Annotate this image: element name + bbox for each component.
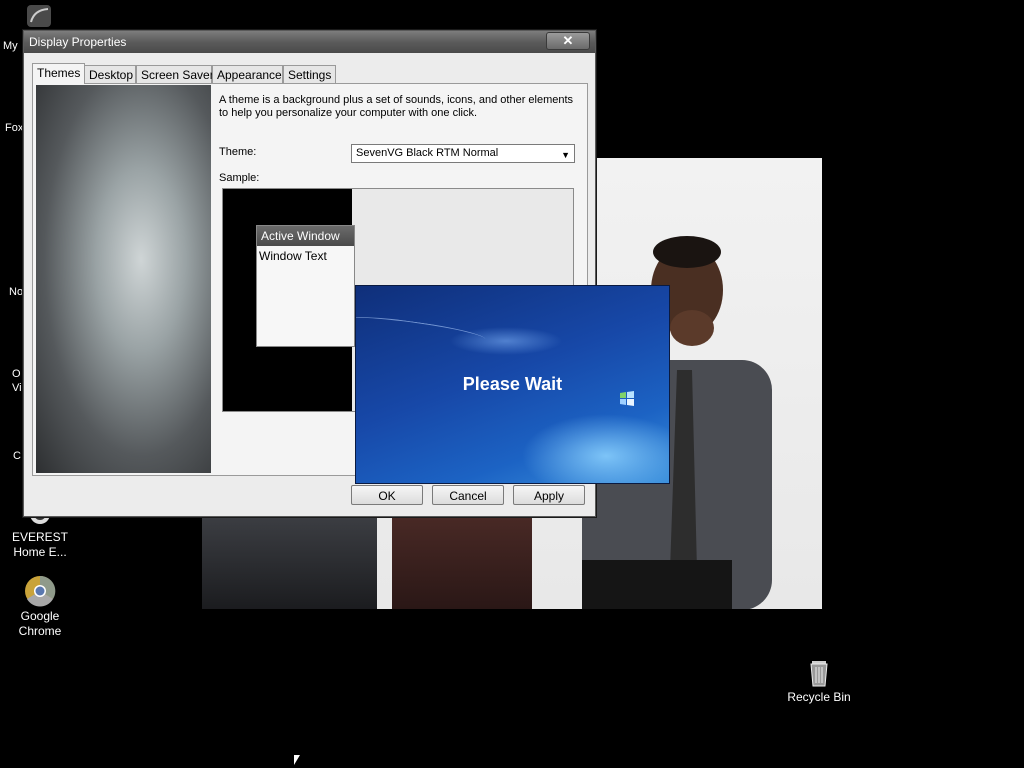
recycle-bin-icon bbox=[803, 656, 835, 688]
theme-label: Theme: bbox=[219, 146, 257, 158]
desktop-icon-label-partial: Fox bbox=[5, 122, 24, 134]
tab-settings[interactable]: Settings bbox=[283, 65, 336, 83]
theme-preview-image bbox=[36, 85, 211, 473]
desktop-icon-label: Chrome bbox=[18, 624, 62, 638]
desktop-icon-label-partial: My bbox=[3, 40, 18, 52]
chrome-icon bbox=[24, 575, 56, 607]
desktop-icon-label-partial: No bbox=[9, 286, 24, 298]
window-titlebar[interactable]: Display Properties ✕ bbox=[24, 31, 595, 53]
mouse-cursor-icon bbox=[294, 755, 300, 765]
theme-description: A theme is a background plus a set of so… bbox=[219, 94, 574, 119]
sample-label: Sample: bbox=[219, 172, 260, 184]
apply-button[interactable]: Apply bbox=[513, 485, 585, 505]
desktop-icon-google-chrome[interactable]: Google Chrome bbox=[0, 575, 80, 639]
desktop-icon-label-partial: Vi bbox=[12, 382, 22, 394]
tab-desktop[interactable]: Desktop bbox=[84, 65, 136, 83]
cancel-button[interactable]: Cancel bbox=[432, 485, 504, 505]
chevron-down-icon: ▼ bbox=[561, 150, 570, 160]
app-icon bbox=[27, 5, 51, 27]
close-icon: ✕ bbox=[562, 33, 574, 48]
tab-themes[interactable]: Themes bbox=[32, 63, 85, 84]
wallpaper-person-left bbox=[202, 513, 377, 609]
wallpaper-person-middle bbox=[392, 513, 532, 609]
sample-window-title: Active Window bbox=[257, 226, 354, 246]
desktop-icon-recycle-bin[interactable]: Recycle Bin bbox=[779, 656, 859, 705]
please-wait-message: Please Wait bbox=[462, 374, 563, 394]
sample-active-window: Active Window Window Text bbox=[256, 225, 355, 347]
desktop-icon-label-partial: O bbox=[12, 368, 21, 380]
desktop-icon-label: Recycle Bin bbox=[787, 690, 851, 704]
theme-dropdown[interactable]: SevenVG Black RTM Normal ▼ bbox=[351, 144, 575, 163]
ok-button[interactable]: OK bbox=[351, 485, 423, 505]
desktop-icon-label-partial: C bbox=[13, 450, 21, 462]
theme-dropdown-value: SevenVG Black RTM Normal bbox=[356, 147, 499, 159]
please-wait-dialog: Please Wait bbox=[355, 285, 670, 484]
desktop-icon-partial[interactable] bbox=[26, 4, 52, 28]
sample-window-text: Window Text bbox=[259, 249, 327, 263]
desktop-icon-label: Home E... bbox=[13, 545, 67, 559]
decorative-streak bbox=[356, 312, 487, 347]
tab-screen-saver[interactable]: Screen Saver bbox=[136, 65, 214, 83]
tab-appearance[interactable]: Appearance bbox=[212, 65, 283, 83]
close-button[interactable]: ✕ bbox=[546, 32, 590, 50]
desktop-icon-label: Google bbox=[20, 609, 60, 623]
window-title: Display Properties bbox=[29, 35, 127, 49]
desktop-icon-label: EVEREST bbox=[11, 530, 68, 544]
